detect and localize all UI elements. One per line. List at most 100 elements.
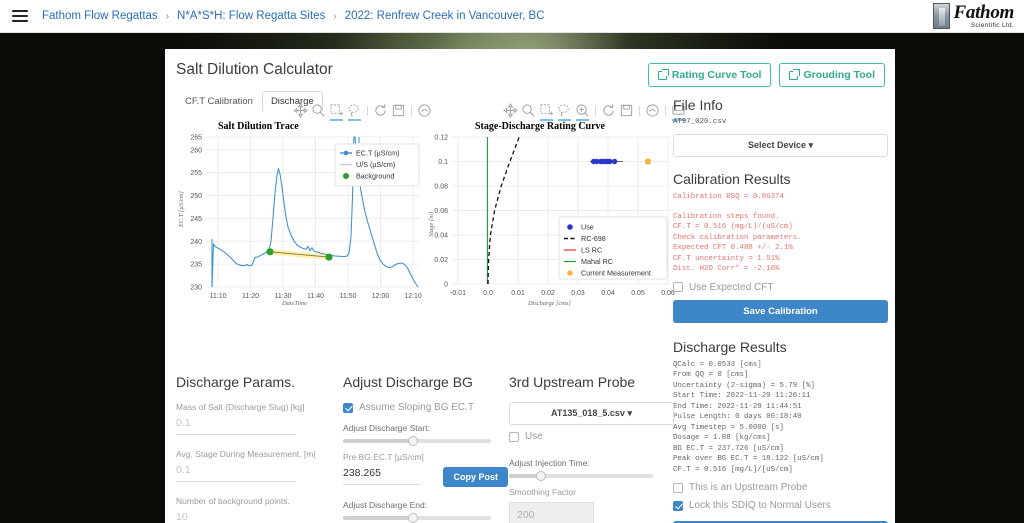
y-tick-002: 0.02	[434, 257, 448, 264]
rating-curve-tool-label: Rating Curve Tool	[671, 69, 762, 81]
y-tick-004: 0.04	[434, 233, 448, 240]
pre-bg-input[interactable]: 238.265	[343, 467, 421, 485]
save-icon[interactable]	[391, 103, 406, 118]
logo-subtitle: Scientific Ltd.	[970, 22, 1014, 29]
smoothing-factor-input[interactable]: 200	[509, 502, 594, 523]
file-info-heading: File Info	[673, 97, 723, 113]
lasso-select-icon[interactable]	[557, 103, 572, 121]
x-tick-1150: 11:50	[340, 293, 357, 300]
legend-label-lsrc: LS RC	[581, 246, 602, 255]
right-results-column: File Info AT97_020.csv Select Device ▾ C…	[673, 97, 888, 523]
discharge-params-column: Discharge Params. Mass of Salt (Discharg…	[176, 374, 341, 523]
adjust-injection-time-slider[interactable]	[509, 471, 653, 481]
x-tick-1140: 11:40	[307, 293, 324, 300]
upstream-use-row[interactable]: Use	[509, 431, 674, 442]
x-tick-1130: 11:30	[275, 293, 292, 300]
chevron-down-icon: ▾	[808, 140, 814, 150]
lock-sdiq-row[interactable]: Lock this SDIQ to Normal Users	[673, 500, 888, 511]
legend-label-ect: EC.T (µS/cm)	[356, 149, 400, 158]
y-tick-260: 260	[190, 147, 202, 154]
y-tick-265: 265	[190, 135, 202, 142]
discharge-params-heading: Discharge Params.	[176, 374, 296, 390]
x-tick-003: 0.03	[571, 290, 585, 297]
current-measurement-point[interactable]	[644, 158, 651, 165]
hamburger-menu-icon[interactable]	[12, 10, 28, 22]
breadcrumb-item-2[interactable]: 2022: Renfrew Creek in Vancouver, BC	[345, 10, 545, 22]
y-tick-235: 235	[190, 262, 202, 269]
rating-curve-tool-button[interactable]: Rating Curve Tool	[647, 63, 772, 87]
upstream-use-checkbox[interactable]	[509, 431, 519, 442]
zoom-icon[interactable]	[521, 103, 536, 118]
background-marker-start[interactable]	[266, 248, 274, 256]
reset-axes-icon[interactable]	[601, 103, 616, 118]
select-device-dropdown[interactable]: Select Device ▾	[673, 134, 888, 157]
toolbar-divider	[367, 105, 368, 116]
upstream-use-label: Use	[525, 431, 543, 442]
breadcrumb-item-0[interactable]: Fathom Flow Regattas	[42, 10, 158, 22]
save-calibration-button[interactable]: Save Calibration	[673, 299, 888, 323]
avg-stage-input[interactable]: 0.1	[176, 464, 296, 482]
y-tick-250: 250	[190, 193, 202, 200]
zoom-icon[interactable]	[311, 103, 326, 118]
calibration-line-0: Calibration RSQ = 0.86374	[673, 193, 784, 201]
legend-label-use: Use	[581, 223, 594, 232]
pre-bg-label: Pre BG EC.T [µS/cm]	[343, 452, 424, 462]
lock-sdiq-checkbox[interactable]	[673, 500, 683, 511]
pan-icon[interactable]	[293, 103, 308, 118]
left-plot-toolbar	[293, 103, 432, 121]
upstream-probe-heading: 3rd Upstream Probe	[509, 374, 636, 390]
grouding-tool-button[interactable]: Grouding Tool	[779, 63, 885, 87]
x-tick-1200: 12:00	[372, 293, 390, 300]
copy-post-button[interactable]: Copy Post	[443, 467, 508, 487]
autoscale-icon[interactable]	[417, 103, 432, 118]
page-title: Salt Dilution Calculator	[176, 61, 333, 78]
upstream-probe-checkbox[interactable]	[673, 482, 683, 493]
tab-cft-calibration[interactable]: CF.T Calibration	[176, 91, 262, 112]
upstream-file-dropdown[interactable]: AT135_018_5.csv ▾	[509, 402, 674, 425]
x-tick-001: 0.01	[511, 290, 525, 297]
reset-axes-icon[interactable]	[373, 103, 388, 118]
discharge-line-3: Start Time: 2022-11-29 11:26:11	[673, 392, 811, 401]
zoom-in-icon[interactable]	[575, 103, 590, 121]
chart-title-rating-curve: Stage-Discharge Rating Curve	[475, 121, 606, 132]
upstream-probe-column: 3rd Upstream Probe AT135_018_5.csv ▾ Use…	[509, 374, 674, 523]
mass-of-salt-input[interactable]: 0.1	[176, 417, 296, 435]
calibration-line-2: Calibration steps found.	[673, 212, 780, 221]
use-expected-cft-label: Use Expected CFT	[689, 281, 774, 293]
adjust-start-label: Adjust Discharge Start:	[343, 423, 430, 433]
y-tick-255: 255	[190, 170, 202, 177]
autoscale-icon[interactable]	[645, 103, 660, 118]
salt-dilution-trace-chart[interactable]: Salt Dilution Trace EC.T [µS/cm] DateTim…	[170, 117, 425, 312]
x-tick-002x: 0.02	[541, 290, 555, 297]
x-axis-label-discharge: Discharge [cms]	[527, 300, 571, 307]
y-tick-245: 245	[190, 216, 202, 223]
lasso-select-icon[interactable]	[347, 103, 362, 121]
upstream-probe-row[interactable]: This is an Upstream Probe	[673, 482, 888, 493]
use-expected-cft-row[interactable]: Use Expected CFT	[673, 282, 888, 293]
box-select-icon[interactable]	[539, 103, 554, 121]
calibration-line-7: Dist. H2O Corr* = -2.16%	[673, 265, 780, 274]
salt-dilution-calculator-panel: Salt Dilution Calculator Rating Curve To…	[165, 49, 895, 523]
adjust-bg-heading: Adjust Discharge BG	[343, 374, 473, 390]
pan-icon[interactable]	[503, 103, 518, 118]
background-marker-end[interactable]	[325, 253, 333, 261]
use-expected-cft-checkbox[interactable]	[673, 282, 683, 293]
save-icon[interactable]	[619, 103, 634, 118]
assume-sloping-checkbox[interactable]	[343, 402, 353, 413]
discharge-line-1: From QQ = 0 [cms]	[673, 371, 749, 380]
calibration-line-6: CF.T uncertainty = 1.51%	[673, 254, 780, 263]
use-points-group[interactable]	[590, 158, 618, 165]
y-tick-230: 230	[190, 285, 202, 292]
assume-sloping-row[interactable]: Assume Sloping BG EC.T	[343, 402, 508, 413]
adjust-discharge-start-slider[interactable]	[343, 436, 491, 446]
use-point[interactable]	[611, 158, 618, 165]
use-point[interactable]	[607, 158, 613, 165]
stage-discharge-rating-curve-chart[interactable]: Stage-Discharge Rating Curve Stage [m] D…	[420, 117, 675, 312]
upstream-file-label: AT135_018_5.csv	[551, 408, 625, 418]
breadcrumb-item-1[interactable]: N*A*S*H: Flow Regatta Sites	[177, 10, 325, 22]
adjust-discharge-end-slider[interactable]	[343, 513, 491, 523]
box-select-icon[interactable]	[329, 103, 344, 121]
breadcrumb-separator: ›	[165, 10, 170, 22]
upstream-probe-label: This is an Upstream Probe	[689, 482, 808, 494]
bg-points-input[interactable]: 10	[176, 511, 296, 523]
